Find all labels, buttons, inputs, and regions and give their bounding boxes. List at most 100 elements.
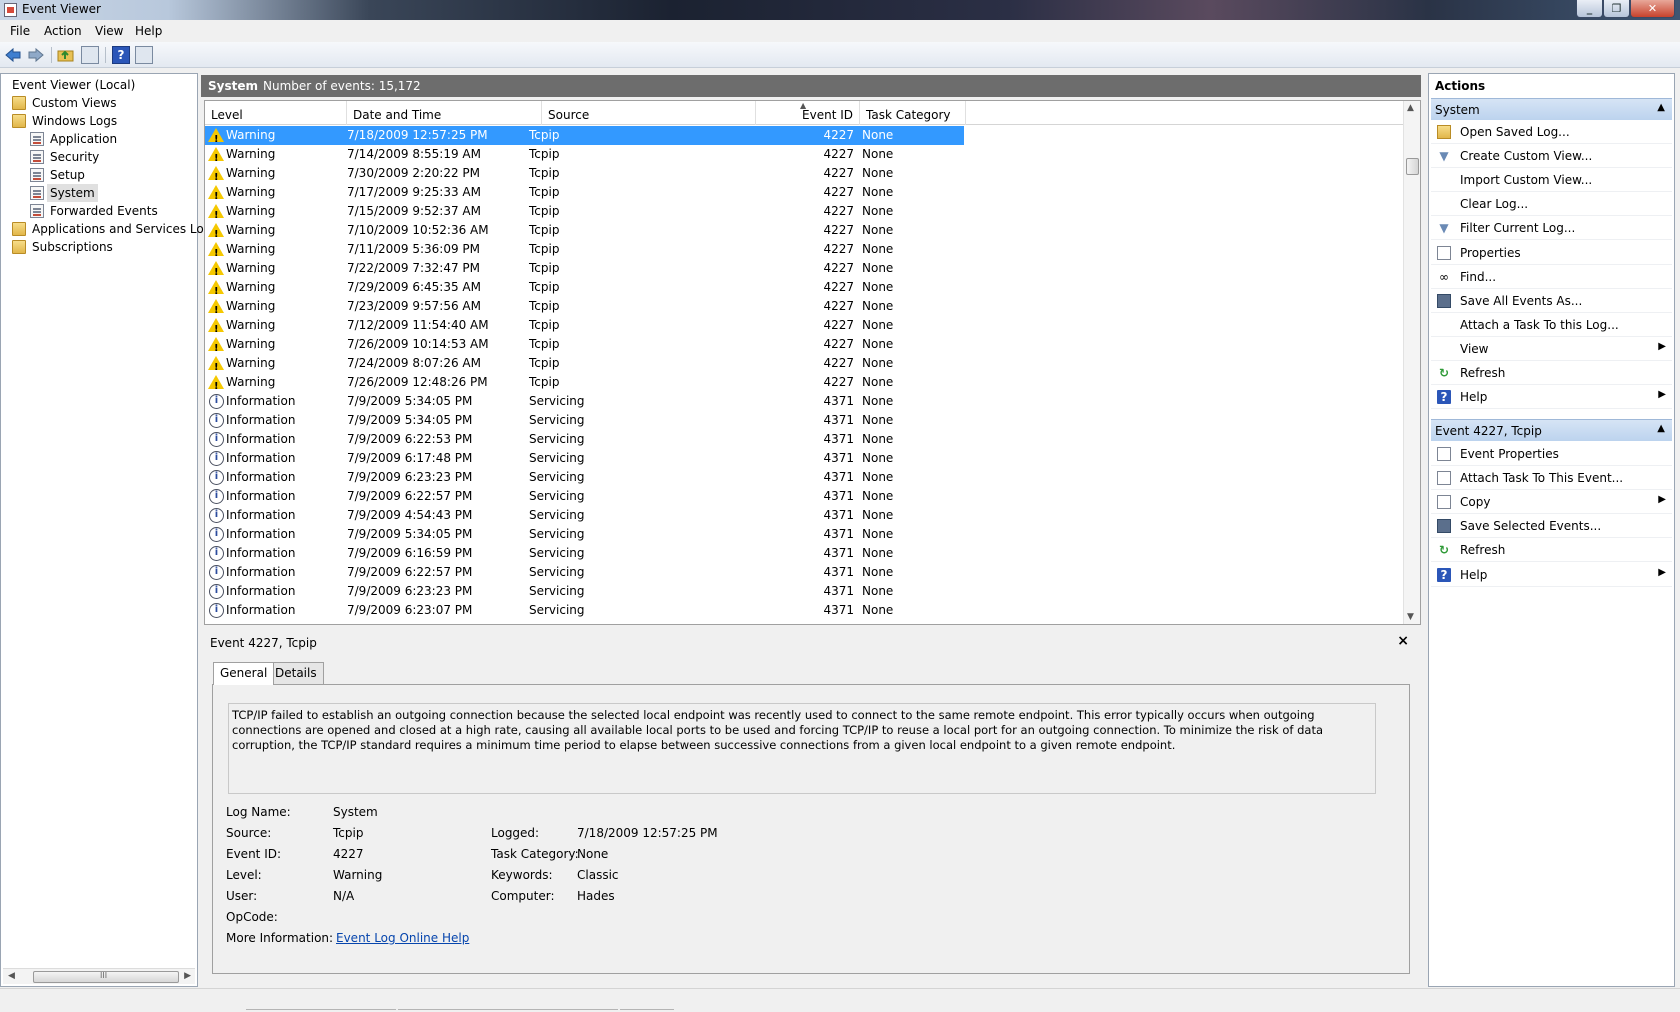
column-header-event-id[interactable]: Event ID — [756, 101, 860, 125]
cell-task-category: None — [862, 166, 894, 180]
maximize-button[interactable]: ❐ — [1603, 0, 1630, 18]
preview-title: Event 4227, Tcpip — [210, 636, 317, 650]
menu-help[interactable]: Help — [135, 24, 162, 38]
table-row[interactable]: i Information 7/9/2009 6:22:57 PM Servicing… — [205, 563, 1405, 582]
table-row[interactable]: Warning 7/23/2009 9:57:56 AM Tcpip 4227 None — [205, 297, 1405, 320]
column-header-level[interactable]: Level — [205, 101, 347, 125]
cell-source: Servicing — [529, 489, 585, 503]
action-label: Help — [1460, 567, 1488, 582]
action-clear-log[interactable]: Clear Log... — [1431, 192, 1672, 217]
table-row[interactable]: i Information 7/9/2009 6:23:23 PM Servicing… — [205, 468, 1405, 487]
scroll-right-icon[interactable]: ▶ — [184, 971, 191, 981]
table-row[interactable]: Warning 7/24/2009 8:07:26 AM Tcpip 4227 None — [205, 354, 1405, 377]
task-icon — [1437, 471, 1451, 486]
event-log-online-help-link[interactable]: Event Log Online Help — [336, 931, 469, 945]
cell-level: Information — [226, 489, 296, 503]
tab-general[interactable]: General — [213, 662, 275, 685]
scroll-down-icon[interactable]: ▼ — [1407, 612, 1414, 622]
column-header-task-category[interactable]: Task Category — [860, 101, 966, 125]
table-row[interactable]: Warning 7/26/2009 10:14:53 AM Tcpip 4227 Non… — [205, 335, 1405, 358]
action-find[interactable]: ∞ Find... — [1431, 265, 1672, 289]
actions-section-system[interactable]: System ▲ — [1431, 98, 1672, 120]
table-row[interactable]: i Information 7/9/2009 6:23:07 PM Servicing… — [205, 601, 1405, 620]
menu-file[interactable]: File — [10, 24, 30, 38]
scrollbar-thumb[interactable]: III — [33, 971, 179, 983]
event-list-vertical-scrollbar[interactable]: ▲ ▼ — [1403, 101, 1420, 624]
action-view[interactable]: View ▶ — [1431, 337, 1672, 361]
tree-horizontal-scrollbar[interactable]: ◀ III ▶ — [3, 968, 195, 984]
collapse-icon[interactable]: ▲ — [1657, 102, 1665, 113]
scroll-left-icon[interactable]: ◀ — [8, 971, 15, 981]
action-help[interactable]: ? Help ▶ — [1431, 563, 1672, 587]
action-import-custom-view[interactable]: Import Custom View... — [1431, 168, 1672, 193]
table-row[interactable]: Warning 7/10/2009 10:52:36 AM Tcpip 4227 Non… — [205, 221, 1405, 244]
table-row[interactable]: i Information 7/9/2009 6:16:59 PM Servicing… — [205, 544, 1405, 563]
table-row[interactable]: i Information 7/9/2009 5:34:05 PM Servicing… — [205, 392, 1405, 411]
submenu-arrow-icon: ▶ — [1658, 494, 1666, 506]
scroll-up-icon[interactable]: ▲ — [1407, 103, 1414, 113]
actions-title: Actions — [1435, 79, 1486, 93]
action-label: Filter Current Log... — [1460, 221, 1576, 236]
binoculars-icon: ∞ — [1439, 269, 1449, 284]
close-preview-icon[interactable]: × — [1397, 633, 1409, 649]
table-row[interactable]: Warning 7/14/2009 8:55:19 AM Tcpip 4227 None — [205, 145, 1405, 168]
table-row[interactable]: Warning 7/30/2009 2:20:22 PM Tcpip 4227 None — [205, 164, 1405, 187]
action-properties[interactable]: Properties — [1431, 241, 1672, 265]
table-row[interactable]: i Information 7/9/2009 5:34:05 PM Servicing… — [205, 411, 1405, 430]
close-window-button[interactable]: ✕ — [1630, 0, 1675, 18]
log-icon — [30, 204, 44, 218]
action-attach-a-task-to-this-log[interactable]: Attach a Task To this Log... — [1431, 313, 1672, 337]
back-icon[interactable] — [4, 46, 22, 64]
cell-date: 7/9/2009 4:54:43 PM — [347, 508, 473, 522]
action-help[interactable]: ? Help ▶ — [1431, 385, 1672, 410]
action-copy[interactable]: Copy ▶ — [1431, 490, 1672, 515]
cell-level: Warning — [226, 280, 276, 294]
cell-date: 7/10/2009 10:52:36 AM — [347, 223, 489, 237]
cell-event-id: 4227 — [823, 185, 854, 199]
action-attach-task-to-this-event[interactable]: Attach Task To This Event... — [1431, 466, 1672, 491]
table-row[interactable]: Warning 7/18/2009 12:57:25 PM Tcpip 4227 Non… — [205, 126, 1405, 149]
collapse-icon[interactable]: ▲ — [1657, 423, 1665, 434]
table-row[interactable]: i Information 7/9/2009 6:22:57 PM Servicing… — [205, 487, 1405, 506]
menu-action[interactable]: Action — [44, 24, 82, 38]
table-row[interactable]: Warning 7/11/2009 5:36:09 PM Tcpip 4227 None — [205, 240, 1405, 263]
table-row[interactable]: Warning 7/17/2009 9:25:33 AM Tcpip 4227 None — [205, 183, 1405, 206]
action-refresh[interactable]: ↻ Refresh — [1431, 361, 1672, 385]
menu-view[interactable]: View — [95, 24, 123, 38]
table-row[interactable]: Warning 7/26/2009 12:48:26 PM Tcpip 4227 Non… — [205, 373, 1405, 396]
action-filter-current-log[interactable]: ▼ Filter Current Log... — [1431, 216, 1672, 241]
action-refresh[interactable]: ↻ Refresh — [1431, 538, 1672, 563]
action-create-custom-view[interactable]: ▼ Create Custom View... — [1431, 144, 1672, 169]
table-row[interactable]: Warning 7/15/2009 9:52:37 AM Tcpip 4227 None — [205, 202, 1405, 225]
forward-icon[interactable] — [27, 46, 45, 64]
cell-level: Warning — [226, 261, 276, 275]
scrollbar-thumb[interactable] — [1406, 158, 1419, 175]
table-row[interactable]: Warning 7/22/2009 7:32:47 PM Tcpip 4227 None — [205, 259, 1405, 282]
table-row[interactable]: i Information 7/9/2009 6:23:23 PM Servicing… — [205, 582, 1405, 601]
actions-section-event[interactable]: Event 4227, Tcpip ▲ — [1431, 419, 1672, 441]
minimize-button[interactable]: _ — [1576, 0, 1603, 18]
table-row[interactable]: Warning 7/29/2009 6:45:35 AM Tcpip 4227 None — [205, 278, 1405, 301]
tab-details[interactable]: Details — [268, 662, 324, 684]
show-tree-icon[interactable] — [81, 46, 99, 64]
table-row[interactable]: i Information 7/9/2009 4:54:43 PM Servicing… — [205, 506, 1405, 525]
up-folder-icon[interactable] — [57, 46, 75, 64]
action-save-selected-events[interactable]: Save Selected Events... — [1431, 514, 1672, 539]
table-row[interactable]: i Information 7/9/2009 6:17:48 PM Servicing… — [205, 449, 1405, 468]
properties-icon — [1437, 245, 1451, 260]
title-bar: Event Viewer _ ❐ ✕ — [0, 0, 1680, 20]
column-header-source[interactable]: Source — [542, 101, 756, 125]
table-row[interactable]: Warning 7/12/2009 11:54:40 AM Tcpip 4227 Non… — [205, 316, 1405, 339]
information-icon: i — [209, 413, 224, 428]
action-event-properties[interactable]: Event Properties — [1431, 442, 1672, 466]
action-label: Find... — [1460, 269, 1497, 284]
cell-event-id: 4371 — [823, 508, 854, 522]
help-icon[interactable]: ? — [112, 46, 130, 64]
table-row[interactable]: i Information 7/9/2009 6:22:53 PM Servicing… — [205, 430, 1405, 449]
cell-level: Warning — [226, 128, 276, 142]
action-save-all-events-as[interactable]: Save All Events As... — [1431, 289, 1672, 313]
table-row[interactable]: i Information 7/9/2009 5:34:05 PM Servicing… — [205, 525, 1405, 544]
show-action-pane-icon[interactable] — [135, 46, 153, 64]
action-open-saved-log[interactable]: Open Saved Log... — [1431, 120, 1672, 144]
column-header-date[interactable]: Date and Time — [347, 101, 542, 125]
